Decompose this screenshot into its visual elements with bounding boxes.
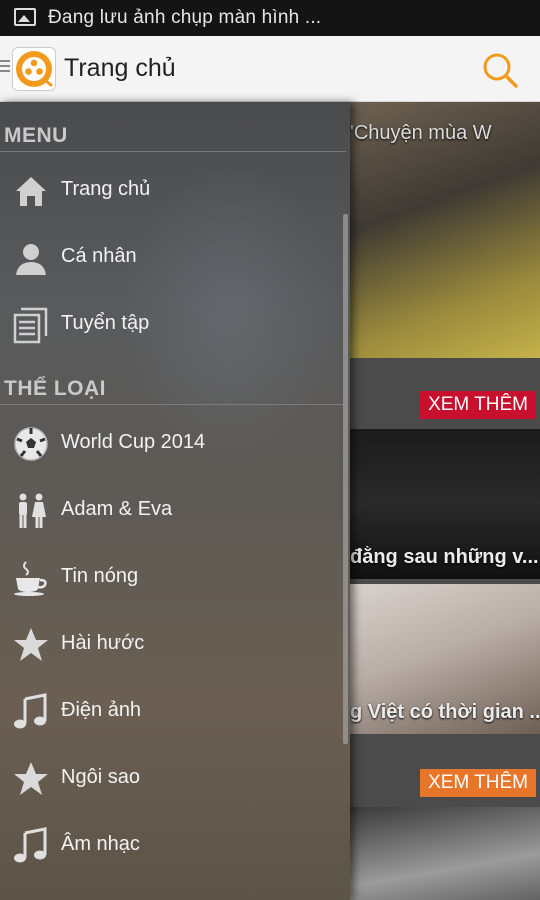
navigation-drawer: MENU Trang chủ Cá nhân Tuyển tập THỂ LOẠ… bbox=[0, 102, 350, 900]
music-note-icon bbox=[12, 693, 50, 731]
status-notification-text: Đang lưu ảnh chụp màn hình ... bbox=[48, 7, 322, 28]
divider bbox=[0, 404, 346, 405]
drawer-item-label: Hài hước bbox=[61, 632, 145, 654]
news-card[interactable]: đằng sau những v... bbox=[350, 429, 540, 579]
see-more-button[interactable]: XEM THÊM bbox=[420, 769, 536, 797]
category-section-header: THỂ LOẠI bbox=[4, 377, 106, 400]
drawer-scrollbar[interactable] bbox=[343, 214, 348, 744]
drawer-item-world-cup[interactable]: World Cup 2014 bbox=[0, 409, 346, 476]
news-card-caption: đằng sau những v... bbox=[350, 546, 539, 568]
drawer-item-dien-anh[interactable]: Điện ảnh bbox=[0, 677, 346, 744]
drawer-item-label: Adam & Eva bbox=[61, 498, 173, 520]
hot-cup-icon bbox=[12, 559, 50, 597]
app-logo-icon[interactable] bbox=[12, 47, 56, 91]
drawer-item-tin-nong[interactable]: Tin nóng bbox=[0, 543, 346, 610]
home-icon bbox=[12, 172, 50, 210]
music-note-icon bbox=[12, 827, 50, 865]
drawer-item-label: World Cup 2014 bbox=[61, 431, 206, 453]
divider bbox=[0, 151, 346, 152]
drawer-item-label: Cá nhân bbox=[61, 245, 137, 267]
drawer-item-hai-huoc[interactable]: Hài hước bbox=[0, 610, 346, 677]
news-card-caption: 'Chuyện mùa W bbox=[350, 122, 492, 144]
drawer-item-label: Tuyển tập bbox=[61, 312, 150, 334]
drawer-toggle-icon[interactable] bbox=[0, 60, 10, 74]
page-title: Trang chủ bbox=[64, 54, 176, 82]
drawer-item-label: Ngôi sao bbox=[61, 766, 140, 788]
news-feed: 'Chuyện mùa W XEM THÊM đằng sau những v.… bbox=[350, 102, 540, 900]
drawer-item-ngoi-sao[interactable]: Ngôi sao bbox=[0, 744, 346, 811]
news-card-caption: g Việt có thời gian ... bbox=[350, 701, 540, 723]
status-bar: Đang lưu ảnh chụp màn hình ... bbox=[0, 0, 540, 36]
drawer-item-adam-eva[interactable]: Adam & Eva bbox=[0, 476, 346, 543]
menu-section-header: MENU bbox=[4, 124, 68, 147]
star-icon bbox=[12, 760, 50, 798]
news-card[interactable]: 'Chuyện mùa W bbox=[350, 102, 540, 358]
drawer-item-am-nhac[interactable]: Âm nhạc bbox=[0, 811, 346, 878]
couple-icon bbox=[12, 492, 50, 530]
drawer-item-tuyen-tap[interactable]: Tuyển tập bbox=[0, 290, 346, 357]
action-bar: Trang chủ bbox=[0, 36, 540, 102]
star-icon bbox=[12, 626, 50, 664]
news-card[interactable]: g Việt có thời gian ... bbox=[350, 584, 540, 734]
drawer-item-label: Tin nóng bbox=[61, 565, 139, 587]
drawer-item-ca-nhan[interactable]: Cá nhân bbox=[0, 223, 346, 290]
person-icon bbox=[12, 239, 50, 277]
news-card[interactable] bbox=[350, 807, 540, 900]
drawer-item-label: Âm nhạc bbox=[61, 833, 140, 855]
image-notification-icon bbox=[14, 8, 36, 26]
soccer-ball-icon bbox=[12, 425, 50, 463]
search-icon[interactable] bbox=[480, 50, 520, 90]
drawer-item-label: Điện ảnh bbox=[61, 699, 142, 721]
drawer-item-label: Trang chủ bbox=[61, 178, 151, 200]
drawer-item-trang-chu[interactable]: Trang chủ bbox=[0, 156, 346, 223]
see-more-button[interactable]: XEM THÊM bbox=[420, 391, 536, 419]
collection-icon bbox=[12, 306, 50, 344]
